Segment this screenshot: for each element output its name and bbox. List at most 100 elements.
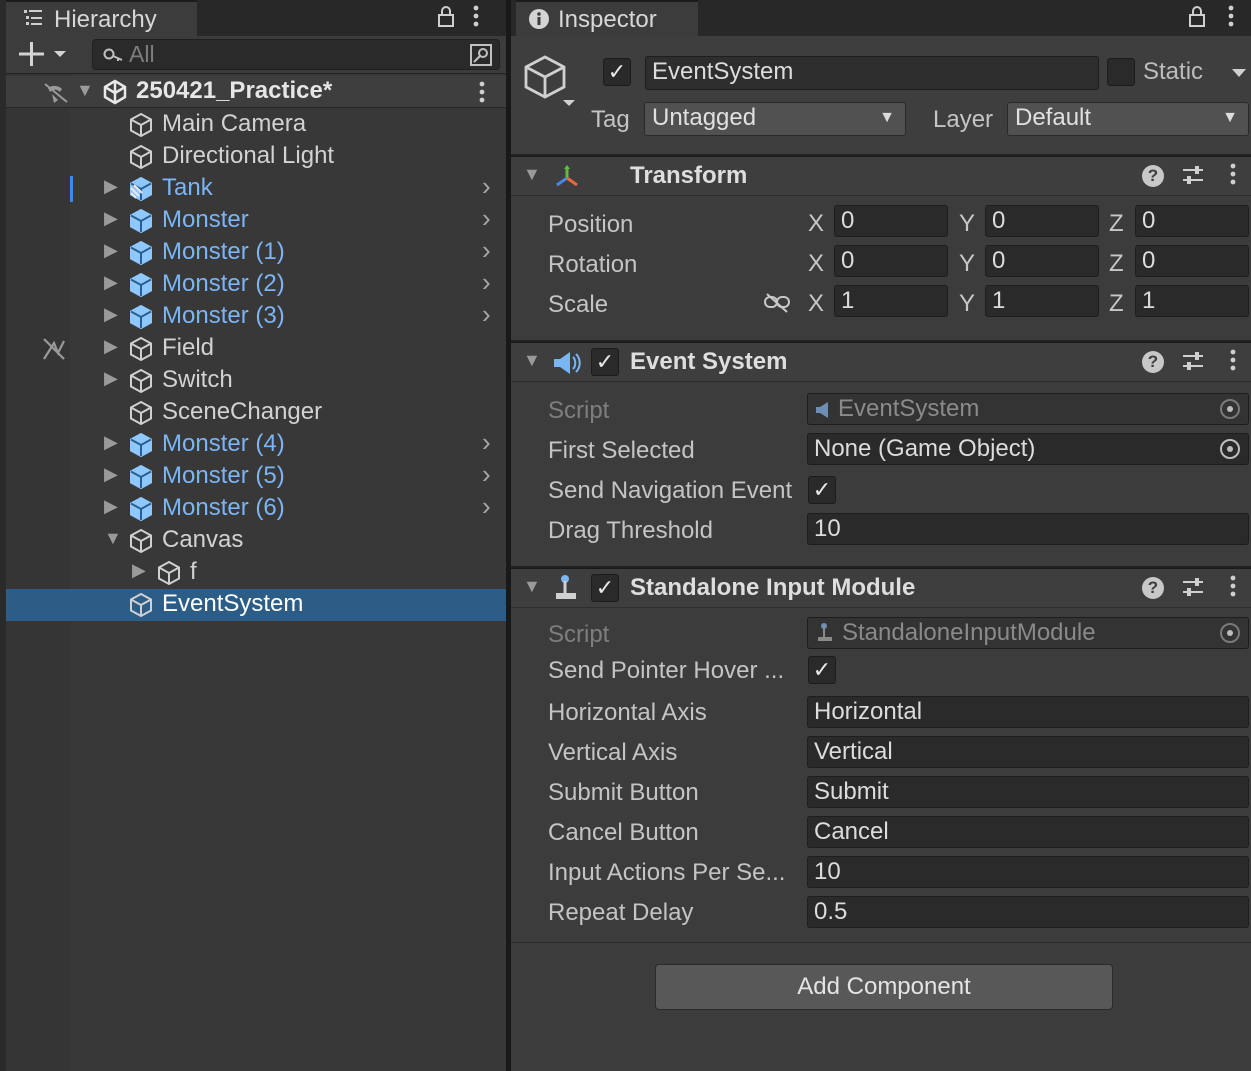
static-dropdown-icon[interactable] <box>1231 66 1247 84</box>
hierarchy-item[interactable]: ▶ Switch <box>0 365 508 397</box>
chevron-right-icon[interactable]: › <box>482 491 491 522</box>
scale-z-field[interactable]: 1 <box>1135 285 1249 317</box>
component-kebab-icon[interactable] <box>1229 574 1237 604</box>
vertical-axis-field[interactable]: Vertical <box>807 736 1249 768</box>
rotation-x-field[interactable]: 0 <box>834 245 948 277</box>
gameobject-icon[interactable] <box>523 54 581 115</box>
help-icon[interactable]: ? <box>1142 165 1164 187</box>
hierarchy-item[interactable]: ▶ Monster (2) › <box>0 267 508 301</box>
input-module-header[interactable]: ▼ ✓ Standalone Input Module ? <box>511 568 1251 608</box>
help-icon[interactable]: ? <box>1142 577 1164 599</box>
component-kebab-icon[interactable] <box>1229 162 1237 192</box>
fold-arrow-collapsed[interactable]: ▶ <box>104 336 118 357</box>
position-z-axis-label[interactable]: Z <box>1109 210 1124 238</box>
presets-icon[interactable] <box>1181 574 1205 606</box>
lock-icon[interactable] <box>436 4 456 34</box>
input-module-fold-arrow[interactable]: ▼ <box>523 576 541 597</box>
tag-dropdown[interactable]: Untagged ▼ <box>644 102 906 136</box>
constrain-proportions-icon[interactable] <box>763 292 791 319</box>
scene-visibility-icon[interactable] <box>42 80 70 111</box>
presets-icon[interactable] <box>1181 348 1205 380</box>
rotation-x-axis-label[interactable]: X <box>808 250 824 278</box>
search-input[interactable]: All <box>92 39 500 70</box>
drag-threshold-field[interactable]: 10 <box>807 513 1249 545</box>
add-component-button[interactable]: Add Component <box>655 964 1113 1010</box>
fold-arrow-collapsed[interactable]: ▶ <box>104 432 118 453</box>
event-system-fold-arrow[interactable]: ▼ <box>523 350 541 371</box>
repeat-delay-field[interactable]: 0.5 <box>807 896 1249 928</box>
active-checkbox[interactable]: ✓ <box>603 58 631 86</box>
position-y-axis-label[interactable]: Y <box>959 210 975 238</box>
presets-icon[interactable] <box>1181 162 1205 194</box>
transform-header[interactable]: ▼ Transform ? <box>511 156 1251 196</box>
hierarchy-item[interactable]: Directional Light <box>0 141 508 173</box>
rotation-z-field[interactable]: 0 <box>1135 245 1249 277</box>
chevron-right-icon[interactable]: › <box>482 171 491 202</box>
scale-x-axis-label[interactable]: X <box>808 290 824 318</box>
fold-arrow-collapsed[interactable]: ▶ <box>104 208 118 229</box>
scene-fold-arrow[interactable]: ▼ <box>76 80 94 101</box>
input-module-enabled-checkbox[interactable]: ✓ <box>591 574 619 602</box>
scene-kebab-icon[interactable] <box>478 80 486 109</box>
hierarchy-tab[interactable]: Hierarchy <box>6 0 197 36</box>
component-kebab-icon[interactable] <box>1229 348 1237 378</box>
send-pointer-checkbox[interactable]: ✓ <box>808 656 836 684</box>
hierarchy-item[interactable]: ▶ Monster (4) › <box>0 427 508 461</box>
fold-arrow-collapsed[interactable]: ▶ <box>104 368 118 389</box>
position-z-field[interactable]: 0 <box>1135 205 1249 237</box>
help-icon[interactable]: ? <box>1142 351 1164 373</box>
object-picker-icon[interactable] <box>1220 439 1240 459</box>
hierarchy-item[interactable]: SceneChanger <box>0 397 508 429</box>
object-picker-icon[interactable] <box>1220 399 1240 419</box>
inspector-kebab-icon[interactable] <box>1227 4 1235 34</box>
fold-arrow-collapsed[interactable]: ▶ <box>104 240 118 261</box>
scene-row[interactable]: ▼ 250421_Practice* <box>6 76 508 108</box>
object-picker-icon[interactable] <box>1220 623 1240 643</box>
fold-arrow-collapsed[interactable]: ▶ <box>132 560 146 581</box>
kebab-menu-icon[interactable] <box>472 4 480 34</box>
input-actions-per-second-field[interactable]: 10 <box>807 856 1249 888</box>
rotation-z-axis-label[interactable]: Z <box>1109 250 1124 278</box>
submit-button-field[interactable]: Submit <box>807 776 1249 808</box>
first-selected-field[interactable]: None (Game Object) <box>807 433 1249 465</box>
horizontal-axis-field[interactable]: Horizontal <box>807 696 1249 728</box>
hierarchy-item-selected[interactable]: EventSystem <box>0 589 508 621</box>
fold-arrow-collapsed[interactable]: ▶ <box>104 272 118 293</box>
transform-fold-arrow[interactable]: ▼ <box>523 164 541 185</box>
chevron-right-icon[interactable]: › <box>482 427 491 458</box>
fold-arrow-collapsed[interactable]: ▶ <box>104 176 118 197</box>
rotation-y-axis-label[interactable]: Y <box>959 250 975 278</box>
fold-arrow-collapsed[interactable]: ▶ <box>104 464 118 485</box>
chevron-right-icon[interactable]: › <box>482 267 491 298</box>
fold-arrow-collapsed[interactable]: ▶ <box>104 304 118 325</box>
chevron-right-icon[interactable]: › <box>482 299 491 330</box>
event-system-header[interactable]: ▼ ✓ Event System ? <box>511 342 1251 382</box>
inspector-lock-icon[interactable] <box>1187 4 1207 34</box>
send-navigation-checkbox[interactable]: ✓ <box>808 476 836 504</box>
chevron-right-icon[interactable]: › <box>482 459 491 490</box>
hierarchy-item[interactable]: ▼ Canvas <box>0 525 508 557</box>
cancel-button-field[interactable]: Cancel <box>807 816 1249 848</box>
chevron-right-icon[interactable]: › <box>482 203 491 234</box>
fold-arrow-collapsed[interactable]: ▶ <box>104 496 118 517</box>
position-y-field[interactable]: 0 <box>985 205 1099 237</box>
create-dropdown[interactable] <box>18 38 72 75</box>
layer-dropdown[interactable]: Default ▼ <box>1007 102 1249 136</box>
hierarchy-item[interactable]: ▶ Monster › <box>0 203 508 237</box>
position-x-axis-label[interactable]: X <box>808 210 824 238</box>
scale-x-field[interactable]: 1 <box>834 285 948 317</box>
hierarchy-item[interactable]: ▶ Monster (1) › <box>0 235 508 269</box>
search-scene-icon[interactable] <box>469 43 493 72</box>
hierarchy-item[interactable]: ▶ Monster (3) › <box>0 299 508 333</box>
inspector-tab[interactable]: Inspector <box>516 0 698 36</box>
static-checkbox[interactable] <box>1107 58 1135 86</box>
chevron-right-icon[interactable]: › <box>482 235 491 266</box>
object-name-field[interactable]: EventSystem <box>645 56 1099 90</box>
hierarchy-item[interactable]: ▶ f <box>0 557 508 589</box>
hierarchy-item[interactable]: ▶ Field <box>0 333 508 365</box>
scale-z-axis-label[interactable]: Z <box>1109 290 1124 318</box>
hierarchy-item[interactable]: ▶ Tank › <box>0 171 508 205</box>
position-x-field[interactable]: 0 <box>834 205 948 237</box>
hierarchy-item[interactable]: ▶ Monster (5) › <box>0 459 508 493</box>
hierarchy-item[interactable]: Main Camera <box>0 109 508 141</box>
